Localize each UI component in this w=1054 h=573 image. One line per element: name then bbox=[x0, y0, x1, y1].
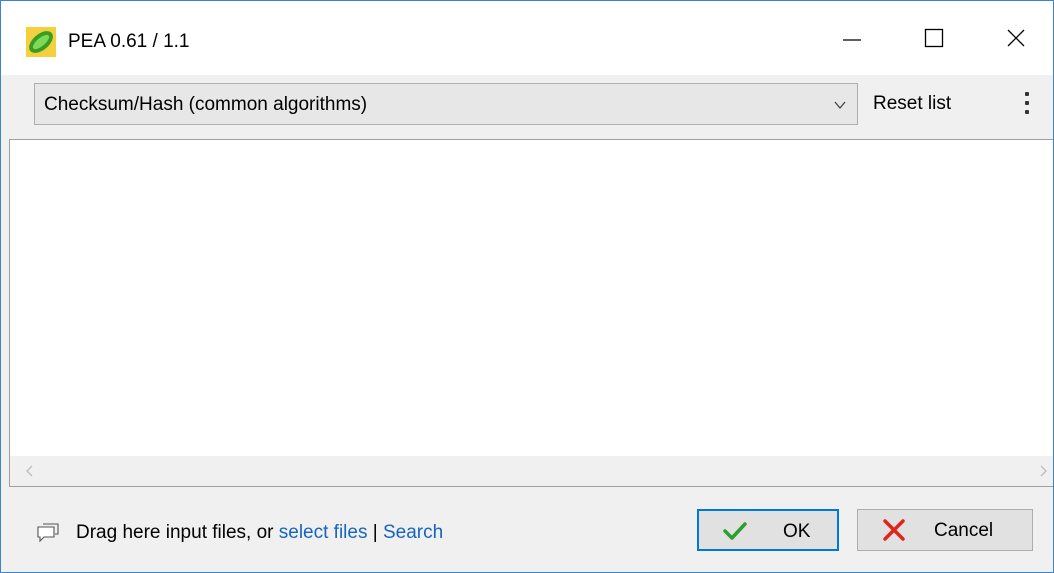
maximize-icon bbox=[924, 28, 944, 48]
window-title: PEA 0.61 / 1.1 bbox=[68, 31, 190, 52]
reset-list-button[interactable]: Reset list bbox=[873, 93, 951, 115]
close-button[interactable] bbox=[983, 1, 1049, 75]
minimize-button[interactable] bbox=[819, 1, 885, 75]
maximize-button[interactable] bbox=[901, 1, 967, 75]
checkmark-icon bbox=[723, 522, 747, 540]
pea-pod-icon bbox=[26, 27, 56, 57]
chevron-right-icon[interactable] bbox=[1037, 464, 1049, 478]
ok-button[interactable]: OK bbox=[697, 509, 839, 551]
more-options-button[interactable] bbox=[1017, 85, 1037, 121]
minimize-icon bbox=[843, 39, 861, 41]
cancel-button[interactable]: Cancel bbox=[857, 509, 1033, 551]
chevron-down-icon bbox=[834, 101, 846, 110]
function-select-value: Checksum/Hash (common algorithms) bbox=[44, 94, 368, 115]
close-icon bbox=[1007, 29, 1025, 47]
ok-button-label: OK bbox=[783, 521, 811, 542]
function-select[interactable]: Checksum/Hash (common algorithms) bbox=[34, 83, 858, 125]
select-files-link[interactable]: select files bbox=[279, 522, 368, 543]
file-list-area[interactable] bbox=[9, 139, 1053, 487]
link-separator: | bbox=[367, 522, 383, 543]
vertical-ellipsis-icon bbox=[1025, 92, 1029, 96]
cancel-button-label: Cancel bbox=[934, 520, 994, 541]
drop-hint-text: Drag here input files, or bbox=[76, 522, 279, 543]
title-bar[interactable]: PEA 0.61 / 1.1 bbox=[1, 1, 1053, 75]
speech-bubble-icon bbox=[37, 523, 59, 543]
drop-hint: Drag here input files, or select files |… bbox=[76, 522, 443, 544]
peazip-window: PEA 0.61 / 1.1 Checksum/Hash (common alg… bbox=[0, 0, 1054, 573]
toolbar: Checksum/Hash (common algorithms) Reset … bbox=[1, 75, 1053, 139]
bottom-bar: Drag here input files, or select files |… bbox=[1, 487, 1053, 572]
search-link[interactable]: Search bbox=[383, 522, 443, 543]
chevron-left-icon[interactable] bbox=[24, 464, 36, 478]
horizontal-scrollbar[interactable] bbox=[10, 456, 1053, 486]
cross-icon bbox=[883, 519, 905, 541]
